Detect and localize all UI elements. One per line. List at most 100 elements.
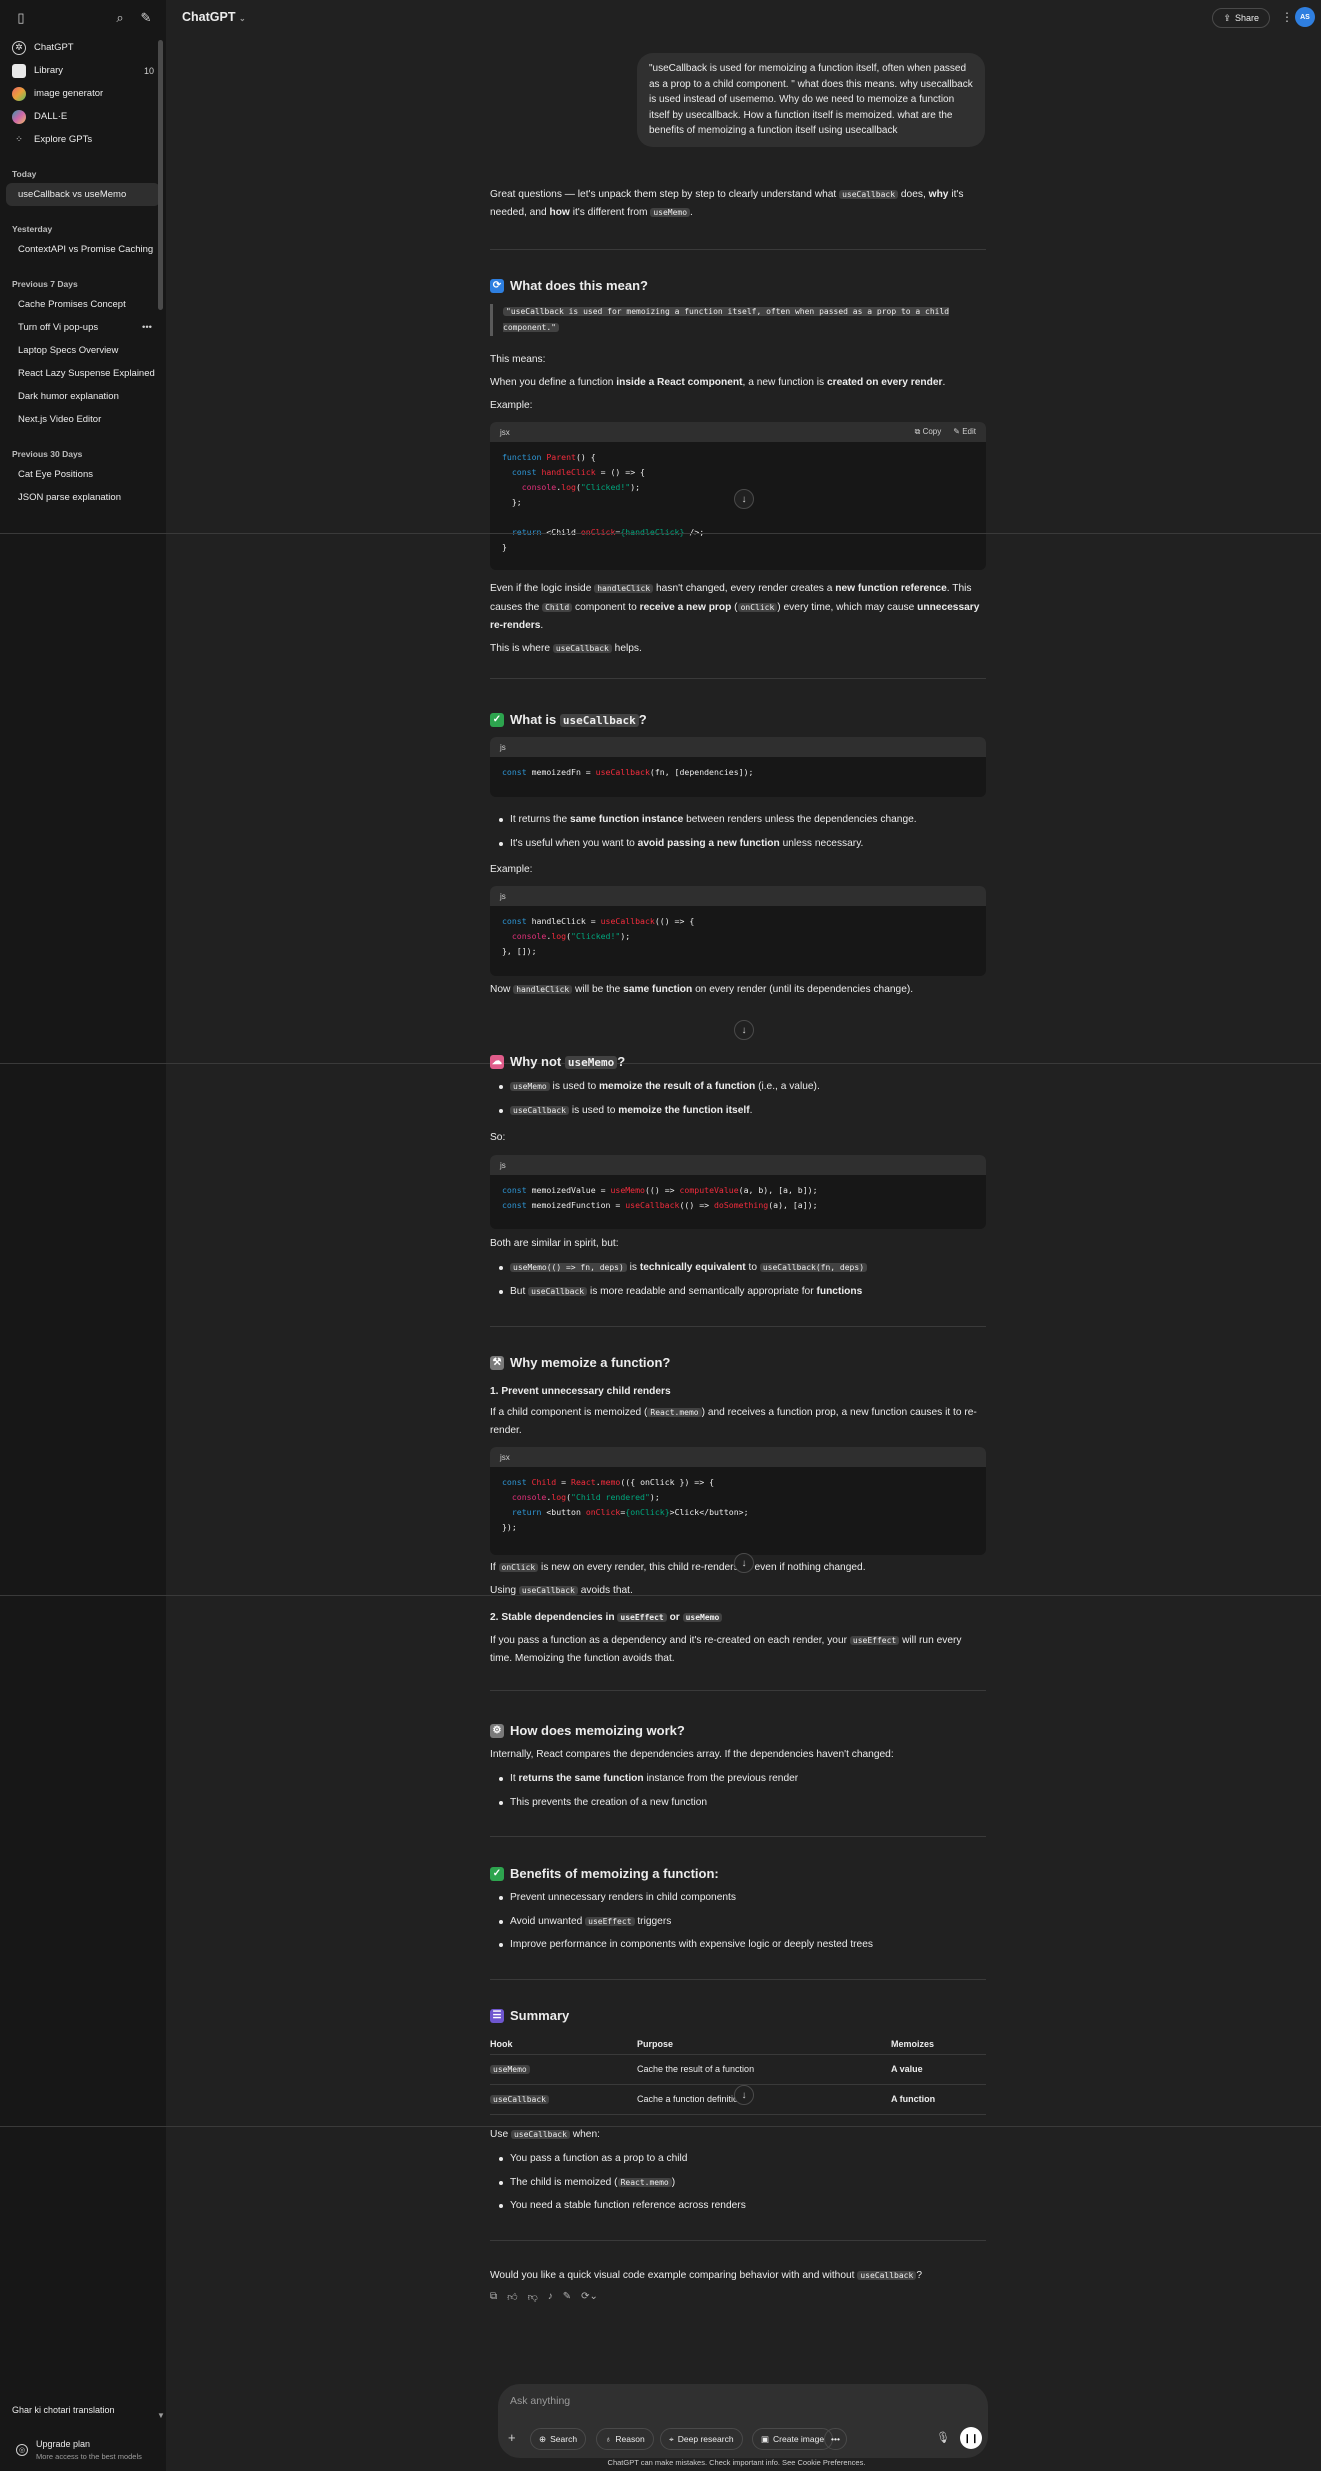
sidebar-item-label: Library (34, 65, 64, 76)
plus-icon[interactable]: + (508, 2430, 516, 2445)
inline-code: useCallback (490, 2095, 549, 2104)
avatar[interactable]: AS (1295, 7, 1315, 27)
inline-code: Child (542, 602, 573, 612)
code-language: jsx (500, 427, 510, 437)
sidebar-chat-item[interactable]: React Lazy Suspense Explained (6, 362, 160, 385)
table-cell: A value (891, 2054, 986, 2085)
sidebar-chat-item[interactable]: Cat Eye Positions (6, 463, 160, 486)
share-label: Share (1234, 13, 1259, 23)
table-cell: useMemo (490, 2054, 637, 2085)
search-icon[interactable]: ⌕ (111, 9, 129, 27)
sidebar-chat-item[interactable]: Cache Promises Concept (6, 293, 160, 316)
tool-label: Deep research (677, 2434, 734, 2444)
answer-intro: Great questions — let's unpack them step… (490, 186, 986, 222)
scroll-down-arrow-icon[interactable]: ▼ (157, 2411, 165, 2420)
code-header: js (490, 737, 986, 757)
sidebar-item-chatgpt[interactable]: ✲ ChatGPT (0, 36, 166, 59)
sidebar-chat-item[interactable]: Ghar ki chotari translation (12, 2405, 115, 2415)
sidebar-chat-item[interactable]: Next.js Video Editor (6, 408, 160, 431)
microphone-icon[interactable]: 🎙︎ (936, 2431, 950, 2444)
paragraph: So: (490, 1132, 506, 1143)
sidebar-chat-item[interactable]: useCallback vs useMemo (6, 183, 160, 206)
check-icon: ✓ (490, 1866, 504, 1881)
text: , a new function is (742, 377, 827, 388)
sidebar-item-dalle[interactable]: DALL·E (0, 105, 166, 128)
regenerate-icon[interactable]: ⟳⌄ (581, 2291, 598, 2303)
sidebar-chat-item[interactable]: Laptop Specs Overview (6, 339, 160, 362)
sidebar-chat-item[interactable]: JSON parse explanation (6, 486, 160, 509)
divider (490, 1836, 986, 1837)
prompt-input[interactable]: Ask anything (510, 2395, 570, 2407)
heading-text: What does this mean? (510, 278, 648, 293)
copy-label: Copy (922, 427, 942, 436)
section-heading: ⚒ Why memoize a function? (490, 1355, 670, 1370)
copy-icon[interactable]: ⧉ (490, 2291, 497, 2303)
thumbs-up-icon[interactable]: 👍︎ (507, 2291, 517, 2303)
paragraph: This means: (490, 354, 546, 365)
inline-code: useMemo (490, 2065, 530, 2074)
paragraph: If a child component is memoized (React.… (490, 1407, 977, 1436)
scroll-down-button[interactable]: ↓ (734, 2085, 754, 2105)
thumbs-down-icon[interactable]: 👎︎ (528, 2291, 538, 2303)
read-aloud-icon[interactable]: ♪ (548, 2291, 553, 2303)
telescope-icon: ⌖ (669, 2433, 674, 2444)
inline-code: handleClick (594, 584, 654, 593)
chat-options-icon[interactable]: ••• (142, 316, 152, 339)
inline-code: useMemo (650, 208, 691, 217)
list-item: useCallback is used to memoize the funct… (490, 1099, 986, 1123)
list-item: This prevents the creation of a new func… (490, 1791, 986, 1815)
paragraph: When you define a function inside a Reac… (490, 374, 986, 392)
list-item: But useCallback is more readable and sem… (490, 1280, 986, 1304)
sidebar-item-image-generator[interactable]: image generator (0, 82, 166, 105)
paragraph: If you pass a function as a dependency a… (490, 1635, 962, 1664)
divider (490, 249, 986, 250)
globe-icon: ⊕ (539, 2433, 547, 2444)
scroll-down-button[interactable]: ↓ (734, 489, 754, 509)
create-image-button[interactable]: ▣ Create image (752, 2428, 834, 2450)
wrench-icon: ⚒ (490, 1355, 504, 1370)
sidebar-item-library[interactable]: Library 10 (0, 59, 166, 82)
upgrade-icon: ◎ (16, 2444, 28, 2456)
table-row: useMemo Cache the result of a function A… (490, 2054, 986, 2085)
sidebar-scrollbar[interactable] (158, 40, 163, 310)
share-button[interactable]: ⇪ Share (1212, 8, 1270, 28)
scroll-down-button[interactable]: ↓ (734, 1553, 754, 1573)
copy-button[interactable]: ⧉ Copy (915, 427, 942, 437)
paragraph: Now handleClick will be the same functio… (490, 984, 914, 995)
divider (490, 1979, 986, 1980)
sidebar-chat-item[interactable]: Turn off Vi pop-ups ••• (6, 316, 160, 339)
more-options-icon[interactable]: ⋮ (1281, 10, 1293, 24)
library-count: 10 (143, 65, 154, 76)
divider (490, 1326, 986, 1327)
scroll-down-button[interactable]: ↓ (734, 1020, 754, 1040)
repeat-icon: ⟳ (490, 278, 504, 293)
composer: Ask anything + ⊕ Search ♁ Reason ⌖ Deep res… (498, 2384, 988, 2458)
edit-in-canvas-icon[interactable]: ✎ (563, 2291, 571, 2303)
sidebar-chat-item[interactable]: ContextAPI vs Promise Caching (6, 238, 160, 261)
sidebar-chat-item[interactable]: Dark humor explanation (6, 385, 160, 408)
text: it's different from (569, 207, 651, 218)
new-chat-icon[interactable]: ✎ (137, 9, 155, 27)
inline-code: useCallback (839, 190, 899, 199)
search-tool-button[interactable]: ⊕ Search (530, 2428, 587, 2450)
paragraph: Would you like a quick visual code examp… (490, 2270, 922, 2281)
paragraph: Both are similar in spirit, but: (490, 1238, 619, 1249)
more-tools-button[interactable]: ••• (824, 2428, 847, 2450)
sidebar-item-explore-gpts[interactable]: ⁘ Explore GPTs (0, 128, 166, 151)
text: why (928, 189, 949, 200)
paragraph: Example: (490, 400, 533, 411)
sidebar-section-title: Today (12, 169, 37, 179)
deep-research-button[interactable]: ⌖ Deep research (660, 2428, 743, 2450)
edit-button[interactable]: ✎ Edit (953, 427, 976, 437)
text: how (549, 207, 570, 218)
table-cell: Cache the result of a function (637, 2054, 891, 2085)
voice-mode-button[interactable]: ❙❙ (960, 2427, 982, 2449)
text: Great questions — let's unpack them step… (490, 189, 840, 200)
list-item: You pass a function as a prop to a child (490, 2147, 986, 2171)
section-heading: ✓ Benefits of memoizing a function: (490, 1866, 719, 1881)
reason-tool-button[interactable]: ♁ Reason (596, 2428, 654, 2450)
bullet-list: It returns the same function instance fr… (490, 1767, 986, 1814)
sidebar-toggle-icon[interactable]: ▯ (12, 9, 30, 27)
list-item: It returns the same function instance be… (490, 808, 986, 832)
model-selector[interactable]: ChatGPT ⌄ (182, 10, 246, 24)
